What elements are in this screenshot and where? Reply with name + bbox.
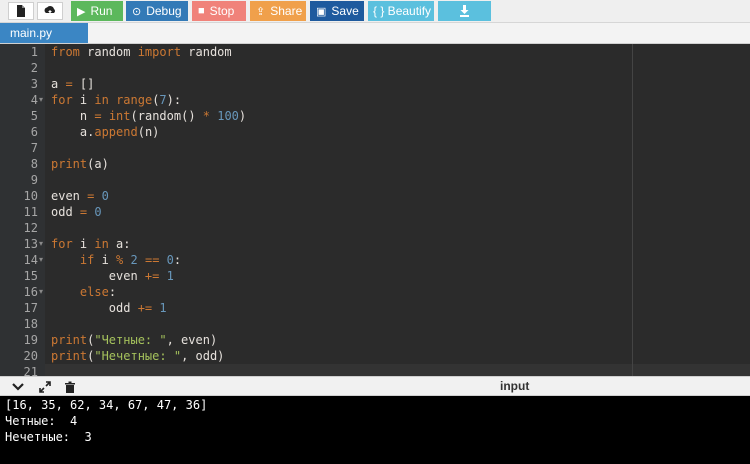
line-number: 5 <box>30 109 38 123</box>
upload-icon <box>44 5 55 15</box>
stop-button[interactable]: ■ Stop <box>192 1 246 21</box>
tab-bar: main.py <box>0 23 750 44</box>
new-file-button[interactable] <box>8 2 34 20</box>
line-number: 7 <box>30 141 38 155</box>
code-editor[interactable]: 1 2 3 4 5 6 7 8 9 10 11 12 13 14 15 16 1… <box>0 44 750 380</box>
console-line: Нечетные: 3 <box>5 430 92 444</box>
line-number: 15 <box>23 269 38 283</box>
debug-label: Debug <box>146 4 182 18</box>
bug-icon: ⊙ <box>132 5 142 18</box>
debug-button[interactable]: ⊙ Debug <box>126 1 188 21</box>
line-number: 2 <box>30 61 38 75</box>
fold-toggle-icon[interactable]: ▾ <box>39 252 43 268</box>
upload-button[interactable] <box>37 2 63 20</box>
console-output[interactable]: [16, 35, 62, 34, 67, 47, 36] Четные: 4 Н… <box>0 396 750 464</box>
code-line: print("Нечетные: ", odd) <box>51 349 225 363</box>
line-number: 18 <box>23 317 38 331</box>
save-button[interactable]: ▣ Save <box>310 1 364 21</box>
output-panel-header: input <box>0 376 750 396</box>
code-line: n = int(random() * 100) <box>51 109 247 123</box>
code-line: else: <box>79 285 117 299</box>
input-label: input <box>500 379 530 393</box>
code-line: for i in a: <box>51 237 131 251</box>
line-number: 11 <box>23 205 38 219</box>
collapse-output-button[interactable] <box>10 379 26 395</box>
console-line: [16, 35, 62, 34, 67, 47, 36] <box>5 398 208 412</box>
share-button[interactable]: ⇪ Share <box>250 1 306 21</box>
share-label: Share <box>270 4 303 18</box>
print-margin <box>632 44 633 376</box>
run-label: Run <box>90 4 113 18</box>
save-icon: ▣ <box>316 5 327 18</box>
line-number: 12 <box>23 221 38 235</box>
code-line: from random import random <box>51 45 232 59</box>
line-number: 9 <box>30 173 38 187</box>
run-button[interactable]: ▶ Run <box>71 1 123 21</box>
line-number: 20 <box>23 349 38 363</box>
play-icon: ▶ <box>77 5 86 18</box>
line-number: 17 <box>23 301 38 315</box>
code-line: for i in range(7): <box>51 93 182 107</box>
line-number: 19 <box>23 333 38 347</box>
line-number: 8 <box>30 157 38 171</box>
tab-main-py[interactable]: main.py <box>0 23 88 43</box>
line-number: 16 <box>23 285 38 299</box>
fold-toggle-icon[interactable]: ▾ <box>39 236 43 252</box>
line-number: 14 <box>23 253 38 267</box>
code-line: print(a) <box>51 157 109 171</box>
line-number-gutter: 1 2 3 4 5 6 7 8 9 10 11 12 13 14 15 16 1… <box>0 44 45 379</box>
download-icon <box>460 5 469 17</box>
expand-icon <box>39 381 51 393</box>
stop-label: Stop <box>209 4 235 18</box>
fold-toggle-icon[interactable]: ▾ <box>39 284 43 300</box>
line-number: 3 <box>30 77 38 91</box>
code-line: if i % 2 == 0: <box>79 253 182 267</box>
line-number: 6 <box>30 125 38 139</box>
code-line: even = 0 <box>51 189 109 203</box>
line-number: 1 <box>30 45 38 59</box>
clear-console-button[interactable] <box>62 379 78 395</box>
line-number: 10 <box>23 189 38 203</box>
line-number: 13 <box>23 237 38 251</box>
code-line: print("Четные: ", even) <box>51 333 218 347</box>
chevron-down-icon <box>12 383 24 391</box>
tab-label: main.py <box>10 26 53 40</box>
stop-icon: ■ <box>198 5 205 17</box>
share-icon: ⇪ <box>256 5 266 18</box>
line-number: 4 <box>30 93 38 107</box>
save-label: Save <box>331 4 359 18</box>
code-line: even += 1 <box>51 269 174 283</box>
file-icon <box>17 5 25 17</box>
console-line: Четные: 4 <box>5 414 78 428</box>
code-line: a = [] <box>51 77 95 91</box>
expand-output-button[interactable] <box>37 379 53 395</box>
code-line: odd = 0 <box>51 205 102 219</box>
fold-toggle-icon[interactable]: ▾ <box>39 92 43 108</box>
download-button[interactable] <box>438 1 491 21</box>
beautify-button[interactable]: { } Beautify <box>368 1 434 21</box>
clear-console-icon <box>65 381 75 393</box>
code-line: a.append(n) <box>51 125 160 139</box>
beautify-label: { } Beautify <box>373 4 432 18</box>
code-line: odd += 1 <box>51 301 167 315</box>
toolbar: ▶ Run ⊙ Debug ■ Stop ⇪ Share ▣ Save { } … <box>0 0 750 23</box>
